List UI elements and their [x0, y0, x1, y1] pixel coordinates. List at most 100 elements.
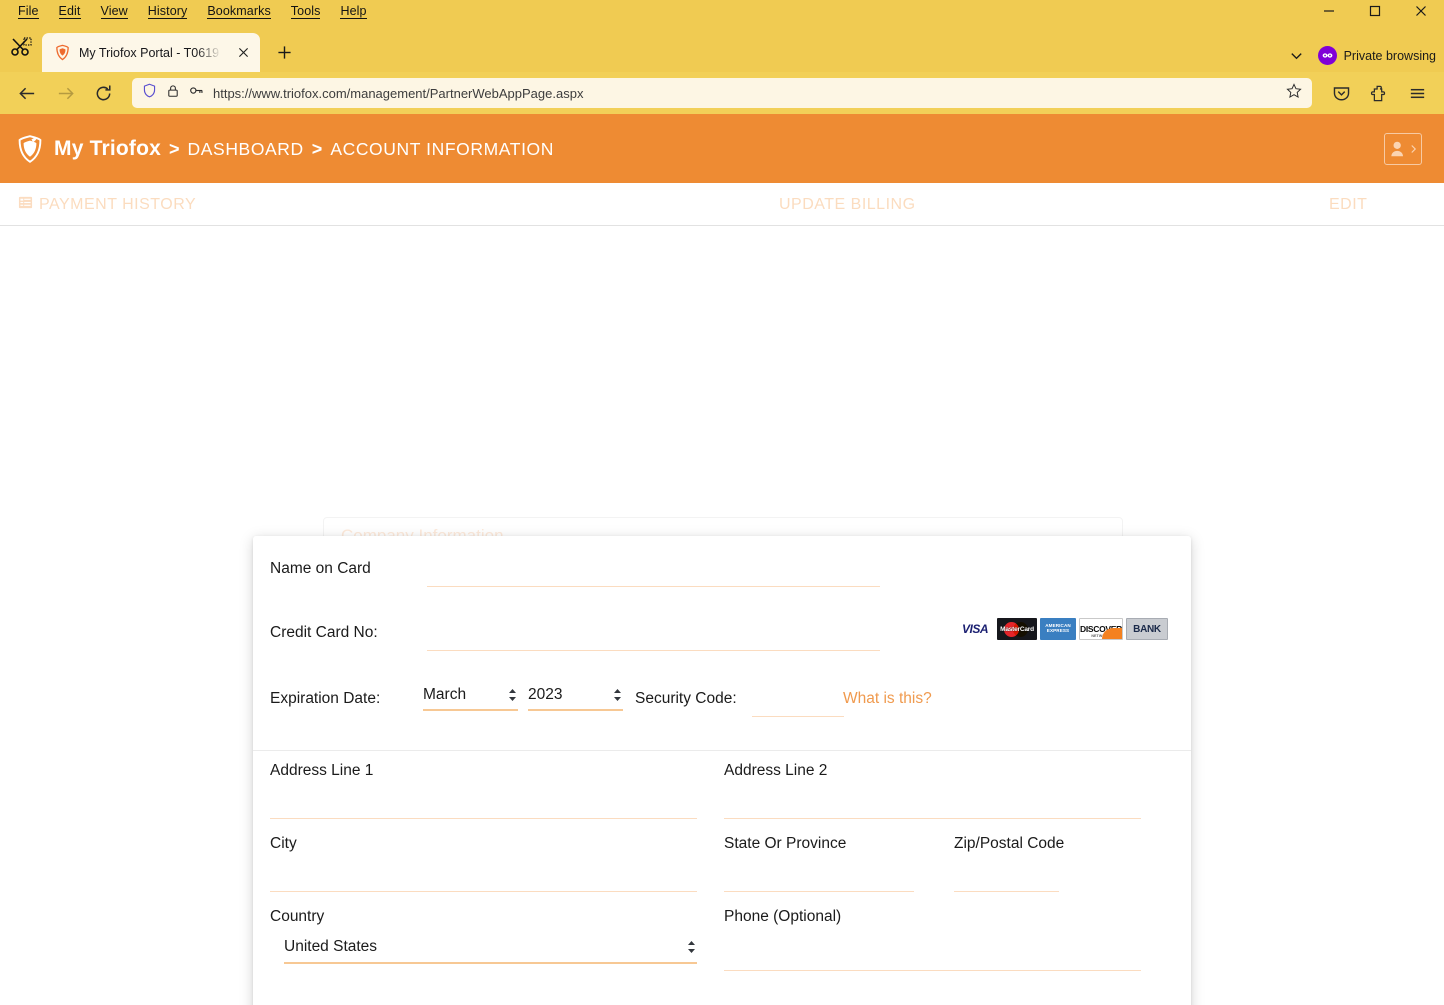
- minimize-button[interactable]: [1306, 0, 1352, 22]
- state-label: State Or Province: [724, 835, 914, 853]
- browser-tab[interactable]: My Triofox Portal - T0619 Conta: [42, 33, 260, 72]
- breadcrumb-separator-2: >: [312, 139, 323, 160]
- forward-button[interactable]: [48, 76, 82, 110]
- visa-icon: VISA: [956, 618, 994, 640]
- address-row-1: Address Line 1 Address Line 2: [270, 762, 1156, 835]
- browser-nav-bar: https://www.triofox.com/management/Partn…: [0, 72, 1444, 114]
- phone-label: Phone (Optional): [724, 908, 1141, 926]
- chevron-down-icon[interactable]: [1289, 48, 1304, 63]
- stepper-icon: [612, 688, 623, 702]
- mastercard-icon: MasterCard: [997, 618, 1037, 640]
- scissors-icon[interactable]: [0, 22, 42, 72]
- new-tab-button[interactable]: [268, 36, 300, 68]
- name-on-card-input[interactable]: [427, 586, 880, 587]
- tab-update-billing[interactable]: UPDATE BILLING: [779, 183, 916, 226]
- state-input[interactable]: [724, 891, 914, 892]
- country-field: Country United States: [270, 908, 697, 926]
- breadcrumb-home[interactable]: My Triofox: [54, 137, 161, 161]
- country-value: United States: [284, 938, 377, 956]
- amex-icon: AMERICANEXPRESS: [1040, 618, 1076, 640]
- city-field: City: [270, 835, 697, 853]
- close-button[interactable]: [1398, 0, 1444, 22]
- section-divider: [253, 750, 1191, 751]
- tab-payment-history-label: PAYMENT HISTORY: [39, 196, 196, 214]
- menu-view[interactable]: View: [91, 2, 138, 20]
- expiration-year-value: 2023: [528, 686, 562, 704]
- update-billing-dialog: Name on Card Credit Card No: VISA Master…: [253, 536, 1191, 1005]
- city-input[interactable]: [270, 891, 697, 892]
- maximize-button[interactable]: [1352, 0, 1398, 22]
- app-header: My Triofox > DASHBOARD > ACCOUNT INFORMA…: [0, 114, 1444, 183]
- expiration-date-label: Expiration Date:: [270, 690, 380, 708]
- zip-input[interactable]: [954, 891, 1059, 892]
- address-line-2-label: Address Line 2: [724, 762, 1141, 780]
- menu-bookmarks[interactable]: Bookmarks: [197, 2, 280, 20]
- window-controls: [1306, 0, 1444, 22]
- breadcrumb-dashboard[interactable]: DASHBOARD: [188, 139, 304, 160]
- page-tab-bar: PAYMENT HISTORY UPDATE BILLING EDIT: [0, 183, 1444, 226]
- menu-help[interactable]: Help: [330, 2, 376, 20]
- address-section: Address Line 1 Address Line 2 City State: [270, 762, 1156, 981]
- triofox-logo-icon[interactable]: [16, 134, 44, 164]
- browser-tab-title: My Triofox Portal - T0619 Conta: [79, 46, 226, 60]
- address-row-2: City State Or Province Zip/Postal Code: [270, 835, 1156, 908]
- state-field: State Or Province: [724, 835, 914, 853]
- expiration-year-select[interactable]: 2023: [528, 686, 623, 711]
- extensions-icon[interactable]: [1362, 76, 1396, 110]
- security-code-label: Security Code:: [635, 690, 737, 708]
- expiration-month-select[interactable]: March: [423, 686, 518, 711]
- url-text: https://www.triofox.com/management/Partn…: [213, 86, 1277, 101]
- accepted-cards: VISA MasterCard AMERICANEXPRESS DISCOVER…: [956, 618, 1168, 640]
- reload-button[interactable]: [86, 76, 120, 110]
- page-body: Company Information Name on Card Credit …: [0, 226, 1444, 1005]
- phone-input[interactable]: [724, 970, 1141, 971]
- breadcrumb-text: My Triofox > DASHBOARD > ACCOUNT INFORMA…: [54, 137, 554, 161]
- tab-payment-history[interactable]: PAYMENT HISTORY: [18, 183, 196, 226]
- private-mask-icon: [1318, 46, 1337, 65]
- lock-icon[interactable]: [166, 84, 180, 103]
- menu-history[interactable]: History: [138, 2, 198, 20]
- address-row-3: Country United States Phone (Optional): [270, 908, 1156, 981]
- country-select[interactable]: United States: [284, 938, 697, 964]
- private-browsing-label: Private browsing: [1344, 49, 1436, 63]
- window-title-bar: File Edit View History Bookmarks Tools H…: [0, 0, 1444, 22]
- triofox-favicon: [54, 44, 71, 61]
- url-bar[interactable]: https://www.triofox.com/management/Partn…: [132, 78, 1312, 108]
- country-label: Country: [270, 908, 697, 926]
- credit-card-number-input[interactable]: [427, 650, 880, 651]
- zip-field: Zip/Postal Code: [954, 835, 1059, 853]
- private-browsing-indicator[interactable]: Private browsing: [1318, 46, 1436, 65]
- pocket-icon[interactable]: [1324, 76, 1358, 110]
- avatar[interactable]: [1384, 133, 1422, 165]
- phone-field: Phone (Optional): [724, 908, 1141, 926]
- menu-edit[interactable]: Edit: [49, 2, 91, 20]
- tab-edit[interactable]: EDIT: [1329, 183, 1367, 226]
- nav-bar-right: [1324, 76, 1434, 110]
- tab-strip-right: Private browsing: [1289, 46, 1436, 65]
- address-line-2-input[interactable]: [724, 818, 1141, 819]
- tab-edit-label: EDIT: [1329, 196, 1367, 214]
- credit-card-number-label: Credit Card No:: [270, 624, 378, 642]
- permissions-key-icon[interactable]: [189, 83, 204, 103]
- stepper-icon: [686, 940, 697, 954]
- breadcrumb: My Triofox > DASHBOARD > ACCOUNT INFORMA…: [16, 134, 554, 164]
- tab-update-billing-label: UPDATE BILLING: [779, 196, 916, 214]
- shield-icon[interactable]: [142, 83, 157, 103]
- bookmark-star-icon[interactable]: [1286, 83, 1302, 104]
- what-is-this-link[interactable]: What is this?: [843, 690, 932, 708]
- address-line-1-input[interactable]: [270, 818, 697, 819]
- hamburger-menu-icon[interactable]: [1400, 76, 1434, 110]
- menu-bar: File Edit View History Bookmarks Tools H…: [0, 2, 377, 20]
- address-line-2-field: Address Line 2: [724, 762, 1141, 780]
- back-button[interactable]: [10, 76, 44, 110]
- security-code-input[interactable]: [752, 716, 844, 717]
- chevron-right-icon: [1410, 143, 1417, 155]
- close-icon[interactable]: [234, 44, 252, 62]
- discover-icon: DISCOVERNETWORK: [1079, 618, 1123, 640]
- stepper-icon: [507, 688, 518, 702]
- breadcrumb-separator: >: [169, 139, 180, 160]
- zip-label: Zip/Postal Code: [954, 835, 1059, 853]
- address-line-1-label: Address Line 1: [270, 762, 697, 780]
- menu-file[interactable]: File: [8, 2, 49, 20]
- menu-tools[interactable]: Tools: [281, 2, 331, 20]
